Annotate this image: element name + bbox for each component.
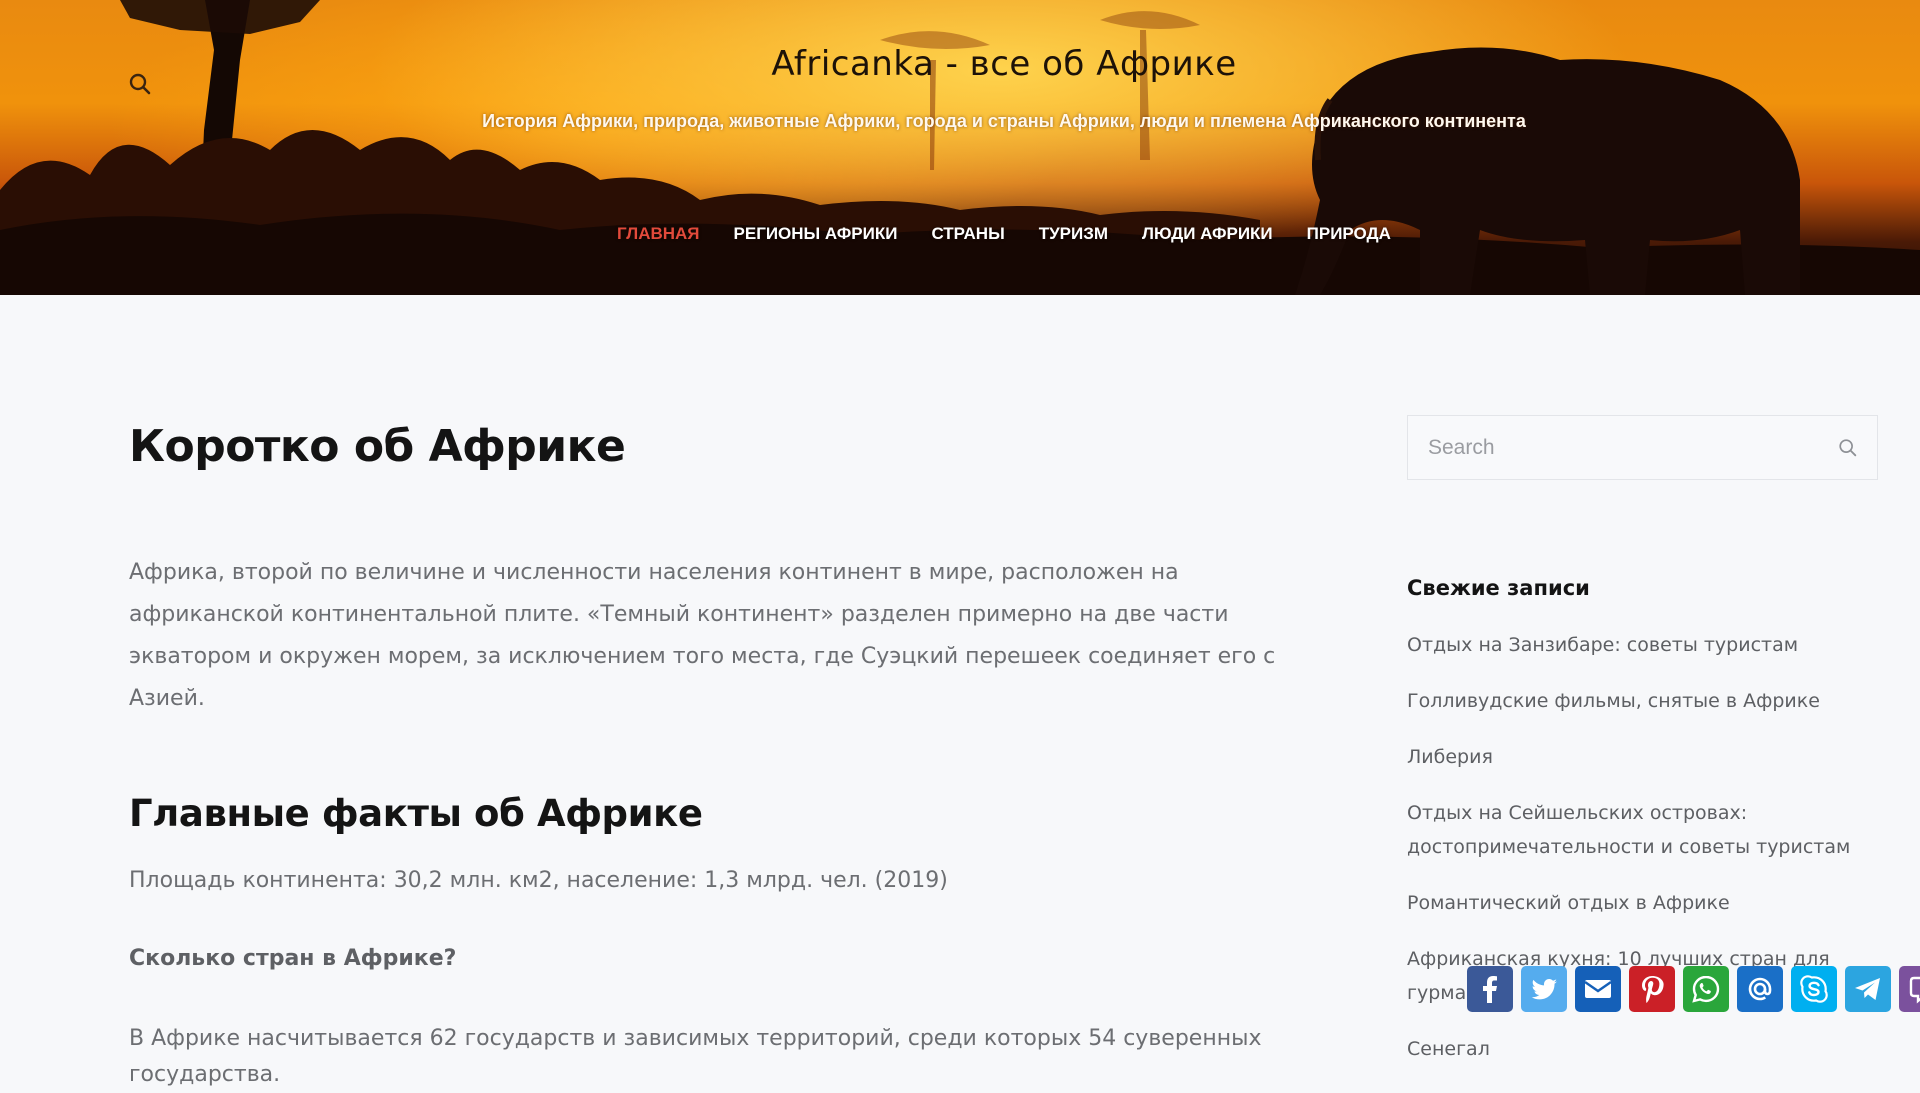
section-heading: Главные факты об Африке: [129, 792, 703, 835]
recent-posts-title: Свежие записи: [1407, 576, 1590, 600]
nav-item-regions[interactable]: Регионы Африки: [734, 224, 898, 244]
recent-post-link[interactable]: Романтический отдых в Африке: [1407, 886, 1880, 920]
nav-item-people[interactable]: Люди Африки: [1142, 224, 1273, 244]
page-title: Коротко об Африке: [129, 421, 626, 472]
share-telegram-button[interactable]: [1845, 966, 1891, 1012]
share-skype-button[interactable]: [1791, 966, 1837, 1012]
whatsapp-icon: [1692, 975, 1720, 1003]
nav-item-tourism[interactable]: Туризм: [1039, 224, 1108, 244]
intro-paragraph: Африка, второй по величине и численности…: [129, 560, 1276, 711]
recent-post-link[interactable]: Отдых на Занзибаре: советы туристам: [1407, 628, 1880, 662]
share-facebook-button[interactable]: [1467, 966, 1513, 1012]
fact-paragraph: Площадь континента: 30,2 млн. км2, насел…: [129, 868, 948, 893]
answer-paragraph: В Африке насчитывается 62 государств и з…: [129, 1026, 1262, 1087]
email-icon: [1584, 980, 1612, 998]
pinterest-icon: [1642, 976, 1664, 1003]
main-navigation: Главная Регионы Африки Страны Туризм Люд…: [0, 224, 1920, 244]
telegram-icon: [1855, 978, 1880, 1000]
nav-item-nature[interactable]: Природа: [1307, 224, 1391, 244]
twitter-icon: [1531, 979, 1557, 1000]
share-mailru-button[interactable]: [1737, 966, 1783, 1012]
viber-icon: [1909, 976, 1920, 1004]
share-email-button[interactable]: [1575, 966, 1621, 1012]
search-icon[interactable]: [1837, 437, 1859, 459]
recent-post-link[interactable]: Либерия: [1407, 740, 1880, 774]
recent-post-link[interactable]: Голливудские фильмы, снятые в Африке: [1407, 684, 1880, 718]
site-header: Africanka - все об Африке История Африки…: [0, 0, 1920, 295]
share-pinterest-button[interactable]: [1629, 966, 1675, 1012]
search-input[interactable]: [1408, 416, 1848, 479]
share-twitter-button[interactable]: [1521, 966, 1567, 1012]
article-content: Коротко об Африке Африка, второй по вели…: [129, 395, 1339, 1093]
facebook-icon: [1483, 976, 1497, 1003]
site-title[interactable]: Africanka - все об Африке: [0, 44, 1920, 84]
site-tagline: История Африки, природа, животные Африки…: [482, 111, 1526, 131]
nav-item-home[interactable]: Главная: [617, 224, 699, 244]
share-whatsapp-button[interactable]: [1683, 966, 1729, 1012]
nav-item-countries[interactable]: Страны: [931, 224, 1004, 244]
recent-post-link[interactable]: Отдых на Сейшельских островах: достоприм…: [1407, 796, 1880, 864]
mailru-icon: [1748, 977, 1772, 1001]
recent-post-link[interactable]: Сенегал: [1407, 1032, 1880, 1066]
question-heading: Сколько стран в Африке?: [129, 946, 457, 971]
skype-icon: [1800, 975, 1828, 1003]
sidebar-search: [1407, 415, 1878, 480]
share-viber-button[interactable]: [1899, 966, 1920, 1012]
social-share-bar: [1467, 966, 1920, 1018]
